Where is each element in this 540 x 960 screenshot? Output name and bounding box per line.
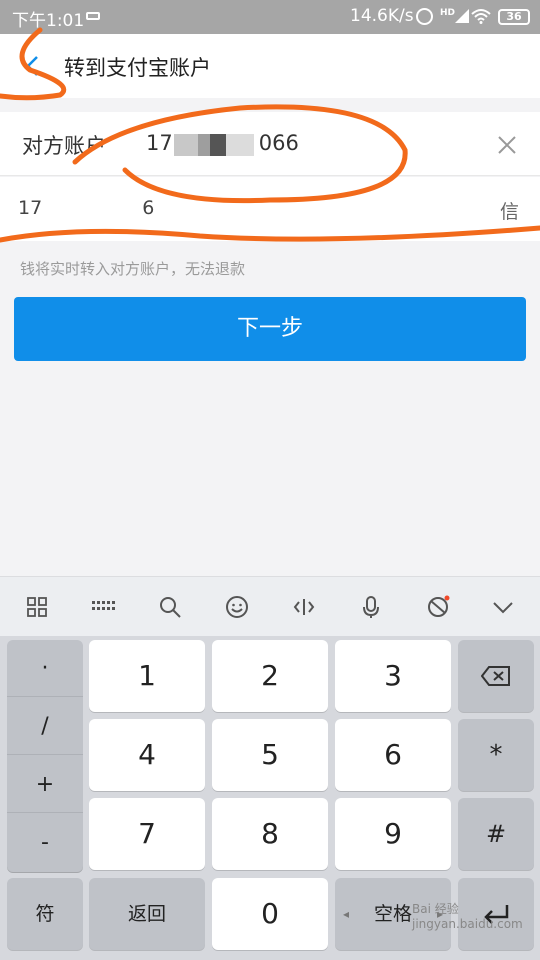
signal-icon	[455, 9, 469, 23]
keyboard-indicator-icon	[86, 12, 100, 20]
key-8[interactable]: 8	[212, 798, 328, 870]
key-5[interactable]: 5	[212, 719, 328, 791]
alarm-icon	[416, 8, 433, 25]
grid-icon[interactable]	[25, 595, 49, 619]
backspace-key[interactable]	[458, 640, 534, 712]
watermark: Bai 经验 jingyan.baidu.com	[412, 902, 523, 931]
wifi-icon	[471, 9, 491, 24]
search-icon[interactable]	[158, 595, 182, 619]
account-prefix: 17	[146, 131, 173, 155]
payee-name-prefix: 17	[18, 197, 43, 219]
symbol-column[interactable]: · / + -	[7, 640, 83, 872]
skin-theme-icon[interactable]	[426, 595, 450, 619]
redaction-blur	[174, 134, 254, 156]
keyboard-toolbar	[0, 576, 540, 636]
back-arrow-icon[interactable]	[22, 54, 44, 78]
microphone-icon[interactable]	[359, 595, 383, 619]
key-2[interactable]: 2	[212, 640, 328, 712]
space-label: 空格	[373, 903, 412, 925]
symbols-key[interactable]: 符	[7, 878, 83, 950]
symbol-key-plus[interactable]: +	[7, 756, 83, 813]
net-speed: 14.6K/s	[350, 6, 414, 26]
backspace-icon	[481, 666, 510, 686]
key-9[interactable]: 9	[335, 798, 451, 870]
cursor-move-icon[interactable]	[292, 595, 316, 619]
account-suffix: 066	[258, 131, 299, 155]
status-bar: 下午1:01 14.6K/s HD 36	[0, 0, 540, 34]
clear-icon[interactable]	[496, 134, 518, 156]
key-7[interactable]: 7	[89, 798, 205, 870]
hash-key[interactable]: #	[458, 798, 534, 870]
star-key[interactable]: *	[458, 719, 534, 791]
payee-name: 17 6	[18, 197, 154, 219]
key-1[interactable]: 1	[89, 640, 205, 712]
account-label: 对方账户	[22, 134, 106, 158]
status-time: 下午1:01	[12, 11, 85, 31]
chevron-down-icon[interactable]	[491, 595, 515, 619]
nav-bar: 转到支付宝账户	[0, 34, 540, 98]
emoji-icon[interactable]	[225, 595, 249, 619]
return-key[interactable]: 返回	[89, 878, 205, 950]
battery-icon: 36	[498, 9, 530, 25]
page-title: 转到支付宝账户	[64, 56, 211, 80]
payee-name-row: 17 6 信	[0, 177, 540, 241]
keyboard-layout-icon[interactable]	[91, 595, 115, 619]
symbol-key-minus[interactable]: -	[7, 814, 83, 871]
payee-tag: 信	[500, 201, 520, 223]
left-arrow-icon: ◂	[343, 907, 350, 921]
key-6[interactable]: 6	[335, 719, 451, 791]
hd-signal-label: HD	[440, 8, 456, 18]
symbol-key-dot[interactable]: ·	[7, 640, 83, 697]
next-step-button[interactable]: 下一步	[14, 297, 526, 361]
key-3[interactable]: 3	[335, 640, 451, 712]
transfer-hint: 钱将实时转入对方账户，无法退款	[20, 260, 246, 278]
key-0[interactable]: 0	[212, 878, 328, 950]
symbol-key-slash[interactable]: /	[7, 698, 83, 755]
account-row[interactable]: 对方账户 17 066	[0, 112, 540, 176]
payee-name-suffix: 6	[142, 197, 155, 219]
key-4[interactable]: 4	[89, 719, 205, 791]
